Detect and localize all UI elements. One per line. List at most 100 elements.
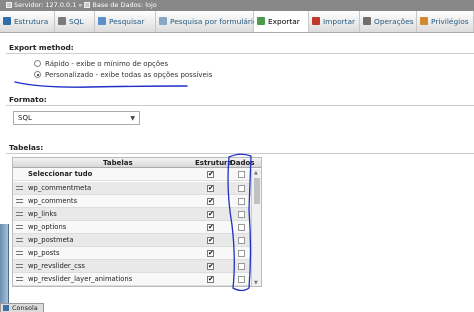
table-name: wp_commentmeta	[28, 184, 92, 192]
table-row[interactable]: wp_posts ✔	[13, 247, 251, 260]
chevron-down-icon: ▼	[130, 115, 135, 122]
sql-icon	[58, 17, 66, 25]
structure-checkbox[interactable]: ✔	[207, 198, 214, 205]
tab-bar: Estrutura SQL Pesquisar Pesquisa por formul…	[0, 11, 474, 33]
row-handle-icon	[16, 251, 23, 255]
table-row[interactable]: wp_links ✔	[13, 208, 251, 221]
export-icon	[257, 17, 265, 25]
table-row[interactable]: wp_commentmeta ✔	[13, 182, 251, 195]
header-tables: Tabelas	[103, 159, 133, 167]
select-all-structure-checkbox[interactable]: ✔	[207, 171, 214, 178]
tab-export[interactable]: Exportar	[254, 11, 309, 32]
data-checkbox[interactable]	[238, 263, 245, 270]
data-checkbox[interactable]	[238, 198, 245, 205]
table-name: wp_links	[28, 210, 57, 218]
phpmyadmin-export-page: Servidor: 127.0.0.1» Base de Dados: lojo …	[0, 0, 474, 312]
data-checkbox[interactable]	[238, 211, 245, 218]
data-checkbox[interactable]	[238, 250, 245, 257]
tab-label: Pesquisa por formulário	[170, 17, 258, 26]
table-row[interactable]: wp_postmeta ✔	[13, 234, 251, 247]
scroll-down-icon[interactable]: ▼	[254, 280, 258, 286]
tab-structure[interactable]: Estrutura	[0, 11, 55, 32]
row-handle-icon	[16, 212, 23, 216]
console-label: Consola	[12, 304, 38, 312]
tab-label: Pesquisar	[109, 17, 145, 26]
table-header: Tabelas Estrutura Dados	[13, 158, 261, 168]
select-all-row: Seleccionar tudo ✔	[13, 168, 251, 181]
window-edge	[0, 224, 9, 306]
table-row[interactable]: wp_comments ✔	[13, 195, 251, 208]
query-icon	[159, 17, 167, 25]
tables-scrollbar[interactable]: ▲ ▼	[251, 169, 261, 286]
tables-label: Tabelas:	[9, 143, 44, 152]
header-data[interactable]: Dados	[230, 159, 255, 167]
tab-import[interactable]: Importar	[309, 11, 360, 32]
scroll-up-icon[interactable]: ▲	[254, 170, 258, 176]
radio-button-selected[interactable]	[34, 71, 41, 78]
format-select-value: SQL	[18, 114, 32, 122]
data-checkbox[interactable]	[238, 224, 245, 231]
select-all-data-checkbox[interactable]	[238, 171, 245, 178]
wrench-icon	[363, 17, 371, 25]
table-name: wp_revslider_layer_animations	[28, 275, 133, 283]
tab-label: Exportar	[268, 17, 300, 26]
tab-operations[interactable]: Operações	[360, 11, 417, 32]
structure-checkbox[interactable]: ✔	[207, 211, 214, 218]
table-name: wp_revslider_css	[28, 262, 85, 270]
data-checkbox[interactable]	[238, 237, 245, 244]
radio-custom-label: Personalizado - exibe todas as opções po…	[45, 71, 213, 79]
structure-checkbox[interactable]: ✔	[207, 224, 214, 231]
tab-label: Estrutura	[14, 17, 49, 26]
users-icon	[420, 17, 428, 25]
divider	[6, 53, 474, 54]
structure-checkbox[interactable]: ✔	[207, 276, 214, 283]
structure-checkbox[interactable]: ✔	[207, 237, 214, 244]
tab-sql[interactable]: SQL	[55, 11, 95, 32]
table-name: wp_options	[28, 223, 67, 231]
select-all-label: Seleccionar tudo	[28, 170, 93, 178]
tab-query[interactable]: Pesquisa por formulário	[156, 11, 258, 32]
table-name: wp_postmeta	[28, 236, 74, 244]
tab-label: Operações	[374, 17, 414, 26]
breadcrumb-separator: »	[78, 1, 83, 9]
data-checkbox[interactable]	[238, 276, 245, 283]
tables-list: Tabelas Estrutura Dados Seleccionar tudo…	[12, 157, 262, 287]
radio-custom[interactable]: Personalizado - exibe todas as opções po…	[34, 71, 212, 79]
header-structure[interactable]: Estrutura	[195, 159, 232, 167]
console-tab[interactable]: Consola	[0, 303, 44, 312]
search-icon	[98, 17, 106, 25]
table-row[interactable]: wp_revslider_css ✔	[13, 260, 251, 273]
structure-checkbox[interactable]: ✔	[207, 263, 214, 270]
tab-label: SQL	[69, 17, 84, 26]
format-label: Formato:	[9, 95, 47, 104]
radio-quick-label: Rápido - exibe o mínimo de opções	[45, 60, 169, 68]
row-handle-icon	[16, 186, 23, 190]
breadcrumb-server[interactable]: Servidor: 127.0.0.1	[14, 1, 76, 9]
row-handle-icon	[16, 225, 23, 229]
tab-privileges[interactable]: Privilégios	[417, 11, 474, 32]
import-icon	[312, 17, 320, 25]
server-icon	[6, 2, 12, 8]
radio-quick[interactable]: Rápido - exibe o mínimo de opções	[34, 60, 168, 68]
data-checkbox[interactable]	[238, 185, 245, 192]
radio-button[interactable]	[34, 60, 41, 67]
underline-annotation	[14, 81, 188, 88]
scrollbar-thumb[interactable]	[254, 178, 260, 204]
tab-label: Importar	[323, 17, 356, 26]
structure-icon	[3, 17, 11, 25]
row-handle-icon	[16, 199, 23, 203]
structure-checkbox[interactable]: ✔	[207, 185, 214, 192]
breadcrumb-database[interactable]: Base de Dados: lojo	[92, 1, 156, 9]
console-icon	[3, 304, 9, 311]
structure-checkbox[interactable]: ✔	[207, 250, 214, 257]
format-select[interactable]: SQL ▼	[13, 111, 140, 125]
tab-search[interactable]: Pesquisar	[95, 11, 156, 32]
row-handle-icon	[16, 277, 23, 281]
divider	[6, 153, 474, 154]
divider	[6, 105, 474, 106]
table-name: wp_posts	[28, 249, 60, 257]
breadcrumb: Servidor: 127.0.0.1» Base de Dados: lojo	[0, 0, 474, 11]
table-row[interactable]: wp_options ✔	[13, 221, 251, 234]
table-row[interactable]: wp_revslider_layer_animations ✔	[13, 273, 251, 286]
tab-label: Privilégios	[431, 17, 469, 26]
